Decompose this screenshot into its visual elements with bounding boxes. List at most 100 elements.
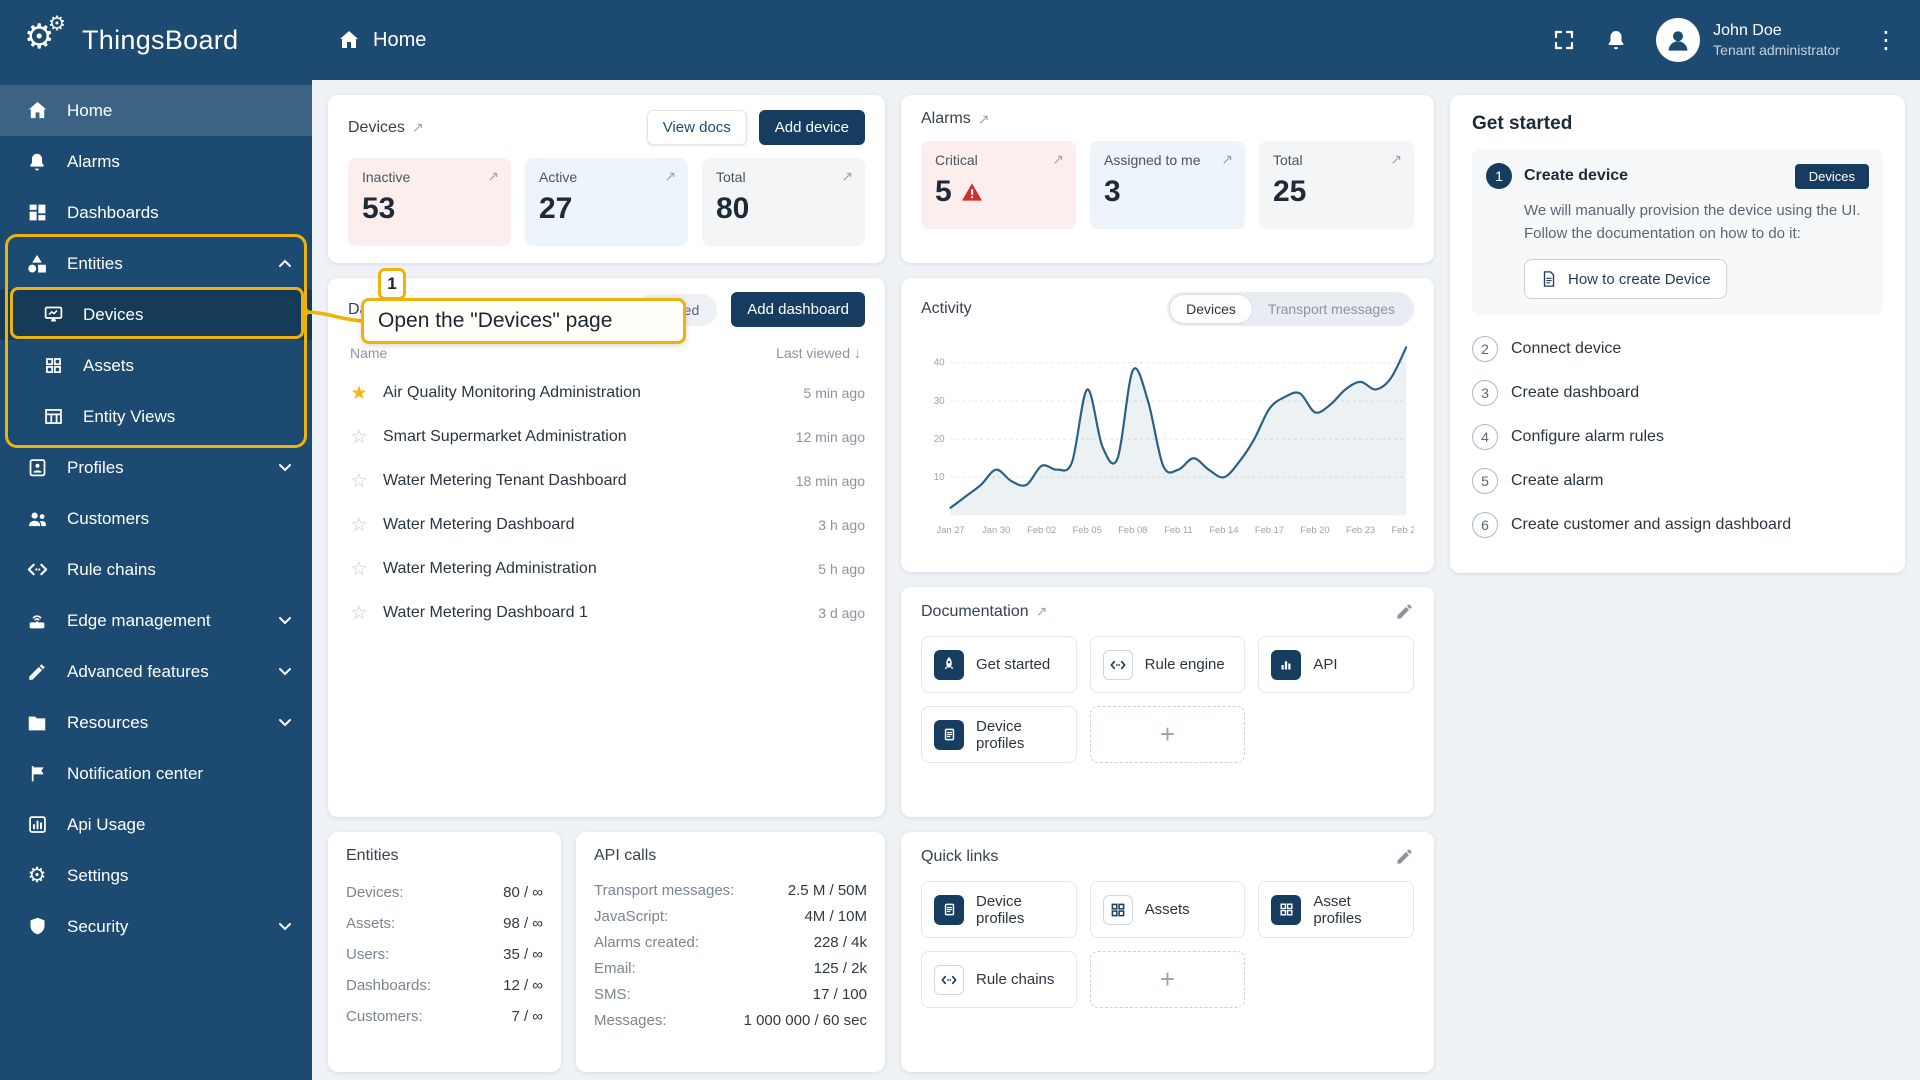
sidebar-item-assets[interactable]: Assets — [0, 340, 312, 391]
warning-triangle-icon — [961, 182, 983, 202]
get-started-step-6[interactable]: 6 Create customer and assign dashboard — [1472, 503, 1883, 547]
get-started-step-5[interactable]: 5 Create alarm — [1472, 459, 1883, 503]
star-icon[interactable]: ☆ — [348, 470, 370, 493]
svg-text:Feb 11: Feb 11 — [1164, 525, 1192, 535]
sidebar-item-home[interactable]: Home — [0, 85, 312, 136]
sidebar-item-entities[interactable]: Entities — [0, 238, 312, 289]
dashboards-card-title: Dashboards — [348, 300, 435, 318]
open-link-icon[interactable]: ↗ — [441, 301, 453, 318]
inactive-devices-tile[interactable]: Inactive ↗ 53 — [348, 158, 511, 246]
sidebar-item-rule-chains[interactable]: Rule chains — [0, 544, 312, 595]
edit-pencil-icon[interactable] — [1395, 602, 1414, 621]
sidebar-item-notification-center[interactable]: Notification center — [0, 748, 312, 799]
sidebar-item-settings[interactable]: ⚙ Settings — [0, 850, 312, 901]
edge-router-icon — [24, 610, 50, 632]
sidebar-item-customers[interactable]: Customers — [0, 493, 312, 544]
sidebar-item-label: Profiles — [67, 457, 124, 477]
doc-tile-device-profiles[interactable]: Device profiles — [921, 706, 1077, 763]
how-to-create-device-button[interactable]: How to create Device — [1524, 259, 1727, 299]
dashboard-row[interactable]: ☆ Water Metering Dashboard 1 3 d ago — [348, 591, 865, 635]
sidebar-item-devices[interactable]: Devices — [0, 289, 312, 340]
total-devices-tile[interactable]: Total ↗ 80 — [702, 158, 865, 246]
svg-text:Feb 20: Feb 20 — [1300, 525, 1329, 535]
get-started-step-4[interactable]: 4 Configure alarm rules — [1472, 415, 1883, 459]
thingsboard-logo[interactable]: ⚙ ⚙ ThingsBoard — [0, 14, 312, 64]
sidebar-item-security[interactable]: Security — [0, 901, 312, 952]
star-icon[interactable]: ☆ — [348, 558, 370, 581]
doc-tile-api[interactable]: API — [1258, 636, 1414, 693]
quick-link-assets[interactable]: Assets — [1089, 881, 1246, 938]
sidebar-item-advanced-features[interactable]: Advanced features — [0, 646, 312, 697]
svg-text:Feb 26: Feb 26 — [1392, 525, 1414, 535]
quick-link-rule-chains[interactable]: Rule chains — [921, 951, 1077, 1008]
fullscreen-button[interactable] — [1552, 28, 1576, 52]
column-header-last-viewed[interactable]: Last viewed ↓ — [776, 345, 861, 361]
view-docs-button[interactable]: View docs — [646, 110, 747, 145]
edit-pencil-icon[interactable] — [1395, 847, 1414, 866]
activity-card: Activity Devices Transport messages 10 20… — [901, 278, 1434, 572]
dashboard-row[interactable]: ★ Air Quality Monitoring Administration … — [348, 371, 865, 415]
activity-source-toggle: Devices Transport messages — [1167, 292, 1414, 326]
star-icon[interactable]: ★ — [348, 382, 370, 405]
open-link-icon: ↗ — [1390, 151, 1402, 167]
sidebar-item-edge-management[interactable]: Edge management — [0, 595, 312, 646]
kv-value: 17 / 100 — [812, 985, 867, 1003]
svg-text:Feb 08: Feb 08 — [1118, 525, 1147, 535]
add-device-button[interactable]: Add device — [758, 110, 865, 145]
sidebar-item-profiles[interactable]: Profiles — [0, 442, 312, 493]
quick-link-asset-profiles[interactable]: Asset profiles — [1258, 881, 1414, 938]
dashboard-row[interactable]: ☆ Smart Supermarket Administration 12 mi… — [348, 415, 865, 459]
user-menu[interactable]: John Doe Tenant administrator — [1656, 18, 1840, 62]
critical-alarms-tile[interactable]: Critical ↗ 5 — [921, 141, 1076, 229]
kv-label: Email: — [594, 959, 636, 977]
sidebar-item-api-usage[interactable]: Api Usage — [0, 799, 312, 850]
doc-tile-rule-engine[interactable]: Rule engine — [1089, 636, 1246, 693]
sidebar-item-entity-views[interactable]: Entity Views — [0, 391, 312, 442]
sort-arrow-icon: ↓ — [854, 345, 861, 361]
dashboard-row[interactable]: ☆ Water Metering Dashboard 3 h ago — [348, 503, 865, 547]
kv-label: Dashboards: — [346, 977, 432, 994]
open-link-icon[interactable]: ↗ — [978, 111, 990, 128]
assigned-alarms-tile[interactable]: Assigned to me ↗ 3 — [1090, 141, 1245, 229]
get-started-step-3[interactable]: 3 Create dashboard — [1472, 371, 1883, 415]
kv-label: Messages: — [594, 1011, 667, 1029]
step-number: 2 — [1472, 336, 1498, 362]
dashboard-row[interactable]: ☆ Water Metering Tenant Dashboard 18 min… — [348, 459, 865, 503]
kebab-menu-icon[interactable]: ⋮ — [1868, 26, 1904, 55]
notifications-bell-button[interactable] — [1604, 28, 1628, 52]
open-link-icon[interactable]: ↗ — [1036, 603, 1048, 620]
line-chart-svg: 10 20 30 40 Jan 27 Jan 30 Feb 02 Feb 05 Feb 08 Fe… — [934, 346, 1414, 535]
chevron-up-icon — [278, 259, 292, 268]
active-devices-tile[interactable]: Active ↗ 27 — [525, 158, 688, 246]
toggle-transport-messages[interactable]: Transport messages — [1252, 295, 1411, 323]
get-started-step-2[interactable]: 2 Connect device — [1472, 327, 1883, 371]
quick-link-device-profiles[interactable]: Device profiles — [921, 881, 1077, 938]
stat-value: 3 — [1104, 175, 1121, 208]
star-icon[interactable]: ☆ — [348, 514, 370, 537]
kv-value: 125 / 2k — [813, 959, 867, 977]
add-quick-link-tile[interactable]: + — [1089, 951, 1246, 1008]
doc-tile-get-started[interactable]: Get started — [921, 636, 1077, 693]
step-1-header[interactable]: 1 Create device Devices — [1486, 163, 1869, 189]
dashboard-row[interactable]: ☆ Water Metering Administration 5 h ago — [348, 547, 865, 591]
breadcrumb[interactable]: Home — [312, 28, 426, 52]
sidebar-item-label: Security — [67, 916, 129, 936]
total-alarms-tile[interactable]: Total ↗ 25 — [1259, 141, 1414, 229]
step-description-line: We will manually provision the device us… — [1524, 202, 1861, 219]
dashboards-list: ★ Air Quality Monitoring Administration … — [348, 371, 865, 635]
avatar — [1656, 18, 1701, 62]
rule-chains-code-icon — [934, 964, 964, 995]
sidebar-item-resources[interactable]: Resources — [0, 697, 312, 748]
step-title: Create dashboard — [1511, 384, 1640, 401]
asset-profile-icon — [1271, 894, 1302, 925]
sidebar-item-alarms[interactable]: Alarms — [0, 136, 312, 187]
star-icon[interactable]: ☆ — [348, 426, 370, 449]
add-dashboard-button[interactable]: Add dashboard — [731, 292, 865, 327]
toggle-devices[interactable]: Devices — [1170, 295, 1252, 323]
open-link-icon[interactable]: ↗ — [412, 119, 424, 136]
sidebar-item-dashboards[interactable]: Dashboards — [0, 187, 312, 238]
starred-filter-chip[interactable]: Starred — [635, 293, 718, 326]
star-icon[interactable]: ☆ — [348, 602, 370, 625]
tile-label: Rule chains — [976, 971, 1055, 988]
add-doc-link-tile[interactable]: + — [1089, 706, 1246, 763]
